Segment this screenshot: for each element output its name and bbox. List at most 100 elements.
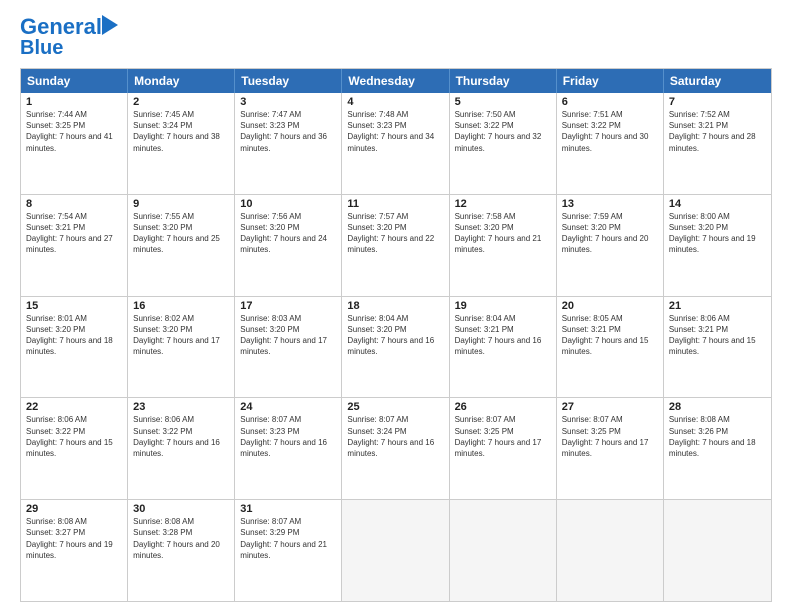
- cell-info: Sunrise: 7:51 AMSunset: 3:22 PMDaylight:…: [562, 109, 658, 154]
- calendar-cell: 16Sunrise: 8:02 AMSunset: 3:20 PMDayligh…: [128, 297, 235, 398]
- logo: General Blue: [20, 16, 118, 58]
- header-day-tuesday: Tuesday: [235, 69, 342, 93]
- cell-info: Sunrise: 7:59 AMSunset: 3:20 PMDaylight:…: [562, 211, 658, 256]
- day-number: 16: [133, 300, 229, 312]
- calendar-row-1: 1Sunrise: 7:44 AMSunset: 3:25 PMDaylight…: [21, 93, 771, 194]
- calendar-header: SundayMondayTuesdayWednesdayThursdayFrid…: [21, 69, 771, 93]
- day-number: 18: [347, 300, 443, 312]
- cell-info: Sunrise: 8:00 AMSunset: 3:20 PMDaylight:…: [669, 211, 766, 256]
- cell-info: Sunrise: 7:48 AMSunset: 3:23 PMDaylight:…: [347, 109, 443, 154]
- day-number: 20: [562, 300, 658, 312]
- cell-info: Sunrise: 7:56 AMSunset: 3:20 PMDaylight:…: [240, 211, 336, 256]
- day-number: 1: [26, 96, 122, 108]
- calendar: SundayMondayTuesdayWednesdayThursdayFrid…: [20, 68, 772, 602]
- calendar-cell: 1Sunrise: 7:44 AMSunset: 3:25 PMDaylight…: [21, 93, 128, 194]
- calendar-cell: 29Sunrise: 8:08 AMSunset: 3:27 PMDayligh…: [21, 500, 128, 601]
- cell-info: Sunrise: 7:45 AMSunset: 3:24 PMDaylight:…: [133, 109, 229, 154]
- day-number: 30: [133, 503, 229, 515]
- calendar-cell: [450, 500, 557, 601]
- calendar-cell: 3Sunrise: 7:47 AMSunset: 3:23 PMDaylight…: [235, 93, 342, 194]
- cell-info: Sunrise: 8:04 AMSunset: 3:20 PMDaylight:…: [347, 313, 443, 358]
- cell-info: Sunrise: 8:01 AMSunset: 3:20 PMDaylight:…: [26, 313, 122, 358]
- calendar-cell: 15Sunrise: 8:01 AMSunset: 3:20 PMDayligh…: [21, 297, 128, 398]
- calendar-cell: 5Sunrise: 7:50 AMSunset: 3:22 PMDaylight…: [450, 93, 557, 194]
- header-day-monday: Monday: [128, 69, 235, 93]
- day-number: 8: [26, 198, 122, 210]
- cell-info: Sunrise: 8:08 AMSunset: 3:28 PMDaylight:…: [133, 516, 229, 561]
- day-number: 5: [455, 96, 551, 108]
- calendar-cell: 18Sunrise: 8:04 AMSunset: 3:20 PMDayligh…: [342, 297, 449, 398]
- calendar-cell: [664, 500, 771, 601]
- day-number: 12: [455, 198, 551, 210]
- day-number: 22: [26, 401, 122, 413]
- calendar-cell: 19Sunrise: 8:04 AMSunset: 3:21 PMDayligh…: [450, 297, 557, 398]
- calendar-cell: 7Sunrise: 7:52 AMSunset: 3:21 PMDaylight…: [664, 93, 771, 194]
- cell-info: Sunrise: 7:58 AMSunset: 3:20 PMDaylight:…: [455, 211, 551, 256]
- calendar-cell: 24Sunrise: 8:07 AMSunset: 3:23 PMDayligh…: [235, 398, 342, 499]
- day-number: 29: [26, 503, 122, 515]
- day-number: 19: [455, 300, 551, 312]
- cell-info: Sunrise: 8:06 AMSunset: 3:21 PMDaylight:…: [669, 313, 766, 358]
- cell-info: Sunrise: 8:04 AMSunset: 3:21 PMDaylight:…: [455, 313, 551, 358]
- cell-info: Sunrise: 8:07 AMSunset: 3:25 PMDaylight:…: [562, 414, 658, 459]
- day-number: 21: [669, 300, 766, 312]
- cell-info: Sunrise: 7:52 AMSunset: 3:21 PMDaylight:…: [669, 109, 766, 154]
- calendar-body: 1Sunrise: 7:44 AMSunset: 3:25 PMDaylight…: [21, 93, 771, 601]
- calendar-cell: 13Sunrise: 7:59 AMSunset: 3:20 PMDayligh…: [557, 195, 664, 296]
- calendar-cell: [557, 500, 664, 601]
- calendar-cell: 2Sunrise: 7:45 AMSunset: 3:24 PMDaylight…: [128, 93, 235, 194]
- day-number: 17: [240, 300, 336, 312]
- calendar-cell: 26Sunrise: 8:07 AMSunset: 3:25 PMDayligh…: [450, 398, 557, 499]
- cell-info: Sunrise: 8:08 AMSunset: 3:26 PMDaylight:…: [669, 414, 766, 459]
- calendar-row-2: 8Sunrise: 7:54 AMSunset: 3:21 PMDaylight…: [21, 194, 771, 296]
- calendar-cell: 12Sunrise: 7:58 AMSunset: 3:20 PMDayligh…: [450, 195, 557, 296]
- day-number: 2: [133, 96, 229, 108]
- day-number: 31: [240, 503, 336, 515]
- calendar-cell: 6Sunrise: 7:51 AMSunset: 3:22 PMDaylight…: [557, 93, 664, 194]
- cell-info: Sunrise: 8:07 AMSunset: 3:23 PMDaylight:…: [240, 414, 336, 459]
- cell-info: Sunrise: 8:06 AMSunset: 3:22 PMDaylight:…: [26, 414, 122, 459]
- cell-info: Sunrise: 8:03 AMSunset: 3:20 PMDaylight:…: [240, 313, 336, 358]
- cell-info: Sunrise: 8:02 AMSunset: 3:20 PMDaylight:…: [133, 313, 229, 358]
- calendar-cell: 21Sunrise: 8:06 AMSunset: 3:21 PMDayligh…: [664, 297, 771, 398]
- day-number: 9: [133, 198, 229, 210]
- header-day-sunday: Sunday: [21, 69, 128, 93]
- day-number: 24: [240, 401, 336, 413]
- cell-info: Sunrise: 7:57 AMSunset: 3:20 PMDaylight:…: [347, 211, 443, 256]
- header-day-thursday: Thursday: [450, 69, 557, 93]
- header-day-friday: Friday: [557, 69, 664, 93]
- calendar-cell: 17Sunrise: 8:03 AMSunset: 3:20 PMDayligh…: [235, 297, 342, 398]
- day-number: 6: [562, 96, 658, 108]
- day-number: 4: [347, 96, 443, 108]
- cell-info: Sunrise: 8:08 AMSunset: 3:27 PMDaylight:…: [26, 516, 122, 561]
- header-day-wednesday: Wednesday: [342, 69, 449, 93]
- day-number: 28: [669, 401, 766, 413]
- day-number: 26: [455, 401, 551, 413]
- day-number: 14: [669, 198, 766, 210]
- header-day-saturday: Saturday: [664, 69, 771, 93]
- calendar-cell: 20Sunrise: 8:05 AMSunset: 3:21 PMDayligh…: [557, 297, 664, 398]
- calendar-cell: 10Sunrise: 7:56 AMSunset: 3:20 PMDayligh…: [235, 195, 342, 296]
- calendar-cell: 28Sunrise: 8:08 AMSunset: 3:26 PMDayligh…: [664, 398, 771, 499]
- cell-info: Sunrise: 8:06 AMSunset: 3:22 PMDaylight:…: [133, 414, 229, 459]
- header: General Blue: [20, 16, 772, 58]
- calendar-row-4: 22Sunrise: 8:06 AMSunset: 3:22 PMDayligh…: [21, 397, 771, 499]
- calendar-cell: [342, 500, 449, 601]
- cell-info: Sunrise: 8:05 AMSunset: 3:21 PMDaylight:…: [562, 313, 658, 358]
- calendar-cell: 25Sunrise: 8:07 AMSunset: 3:24 PMDayligh…: [342, 398, 449, 499]
- day-number: 25: [347, 401, 443, 413]
- calendar-cell: 4Sunrise: 7:48 AMSunset: 3:23 PMDaylight…: [342, 93, 449, 194]
- cell-info: Sunrise: 7:54 AMSunset: 3:21 PMDaylight:…: [26, 211, 122, 256]
- logo-arrow-icon: [102, 15, 118, 35]
- cell-info: Sunrise: 7:47 AMSunset: 3:23 PMDaylight:…: [240, 109, 336, 154]
- cell-info: Sunrise: 7:55 AMSunset: 3:20 PMDaylight:…: [133, 211, 229, 256]
- calendar-row-3: 15Sunrise: 8:01 AMSunset: 3:20 PMDayligh…: [21, 296, 771, 398]
- logo-text: General: [20, 16, 102, 38]
- cell-info: Sunrise: 7:44 AMSunset: 3:25 PMDaylight:…: [26, 109, 122, 154]
- calendar-row-5: 29Sunrise: 8:08 AMSunset: 3:27 PMDayligh…: [21, 499, 771, 601]
- calendar-cell: 8Sunrise: 7:54 AMSunset: 3:21 PMDaylight…: [21, 195, 128, 296]
- cell-info: Sunrise: 7:50 AMSunset: 3:22 PMDaylight:…: [455, 109, 551, 154]
- calendar-cell: 9Sunrise: 7:55 AMSunset: 3:20 PMDaylight…: [128, 195, 235, 296]
- day-number: 3: [240, 96, 336, 108]
- cell-info: Sunrise: 8:07 AMSunset: 3:25 PMDaylight:…: [455, 414, 551, 459]
